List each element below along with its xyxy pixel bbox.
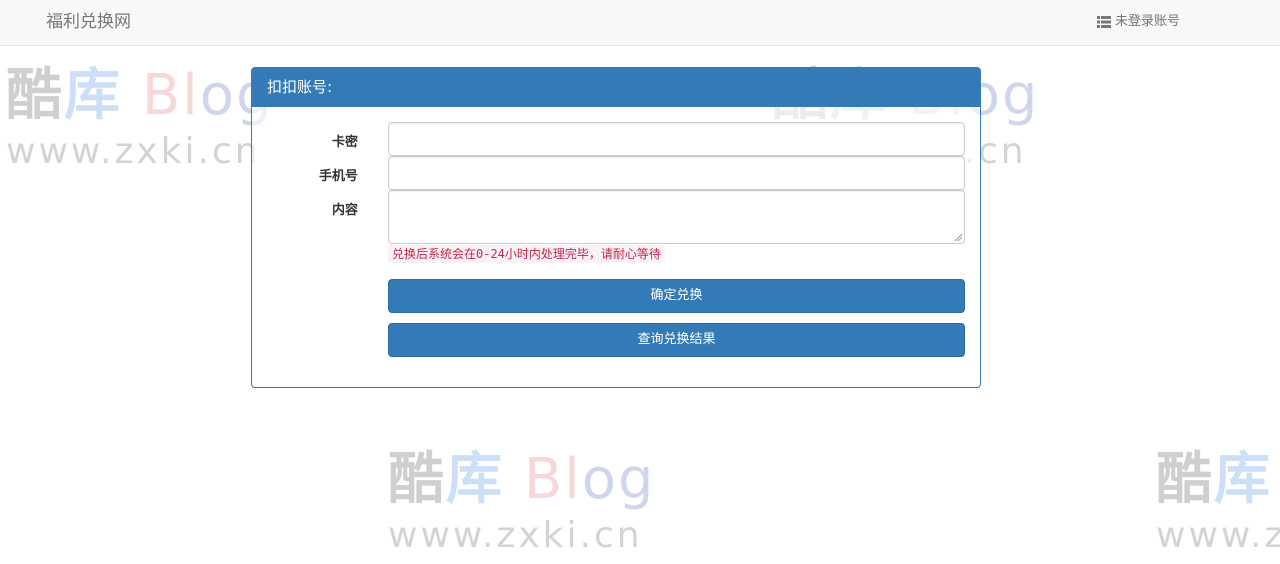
phone-label: 手机号: [318, 169, 358, 184]
watermark: 酷库 Blog www.zxki.cn: [388, 447, 656, 556]
resize-grip-icon[interactable]: [954, 233, 962, 241]
content-label: 内容: [331, 203, 358, 218]
query-result-button[interactable]: 查询兑换结果: [388, 323, 965, 357]
panel-title: 扣扣账号:: [252, 68, 980, 107]
list-icon: [1097, 16, 1111, 28]
card-key-input[interactable]: [388, 122, 965, 156]
navbar: 福利兑换网 未登录账号: [0, 0, 1280, 46]
confirm-exchange-button[interactable]: 确定兑换: [388, 279, 965, 313]
content-textarea[interactable]: [388, 190, 965, 244]
user-status-link[interactable]: 未登录账号: [1097, 13, 1180, 31]
watermark: 酷库 Blog www.zxki.cn: [1156, 447, 1280, 556]
exchange-panel: 扣扣账号: 卡密 手机号 内容 兑换后系统会在0-24小时内处理完毕，请耐心等待…: [251, 67, 981, 388]
user-status-label: 未登录账号: [1115, 14, 1181, 29]
card-key-label: 卡密: [331, 135, 358, 150]
watermark: 酷库 Blog www.zxki.cn: [6, 63, 274, 172]
processing-hint: 兑换后系统会在0-24小时内处理完毕，请耐心等待: [388, 245, 665, 263]
phone-input[interactable]: [388, 156, 965, 190]
brand-title[interactable]: 福利兑换网: [46, 11, 131, 33]
